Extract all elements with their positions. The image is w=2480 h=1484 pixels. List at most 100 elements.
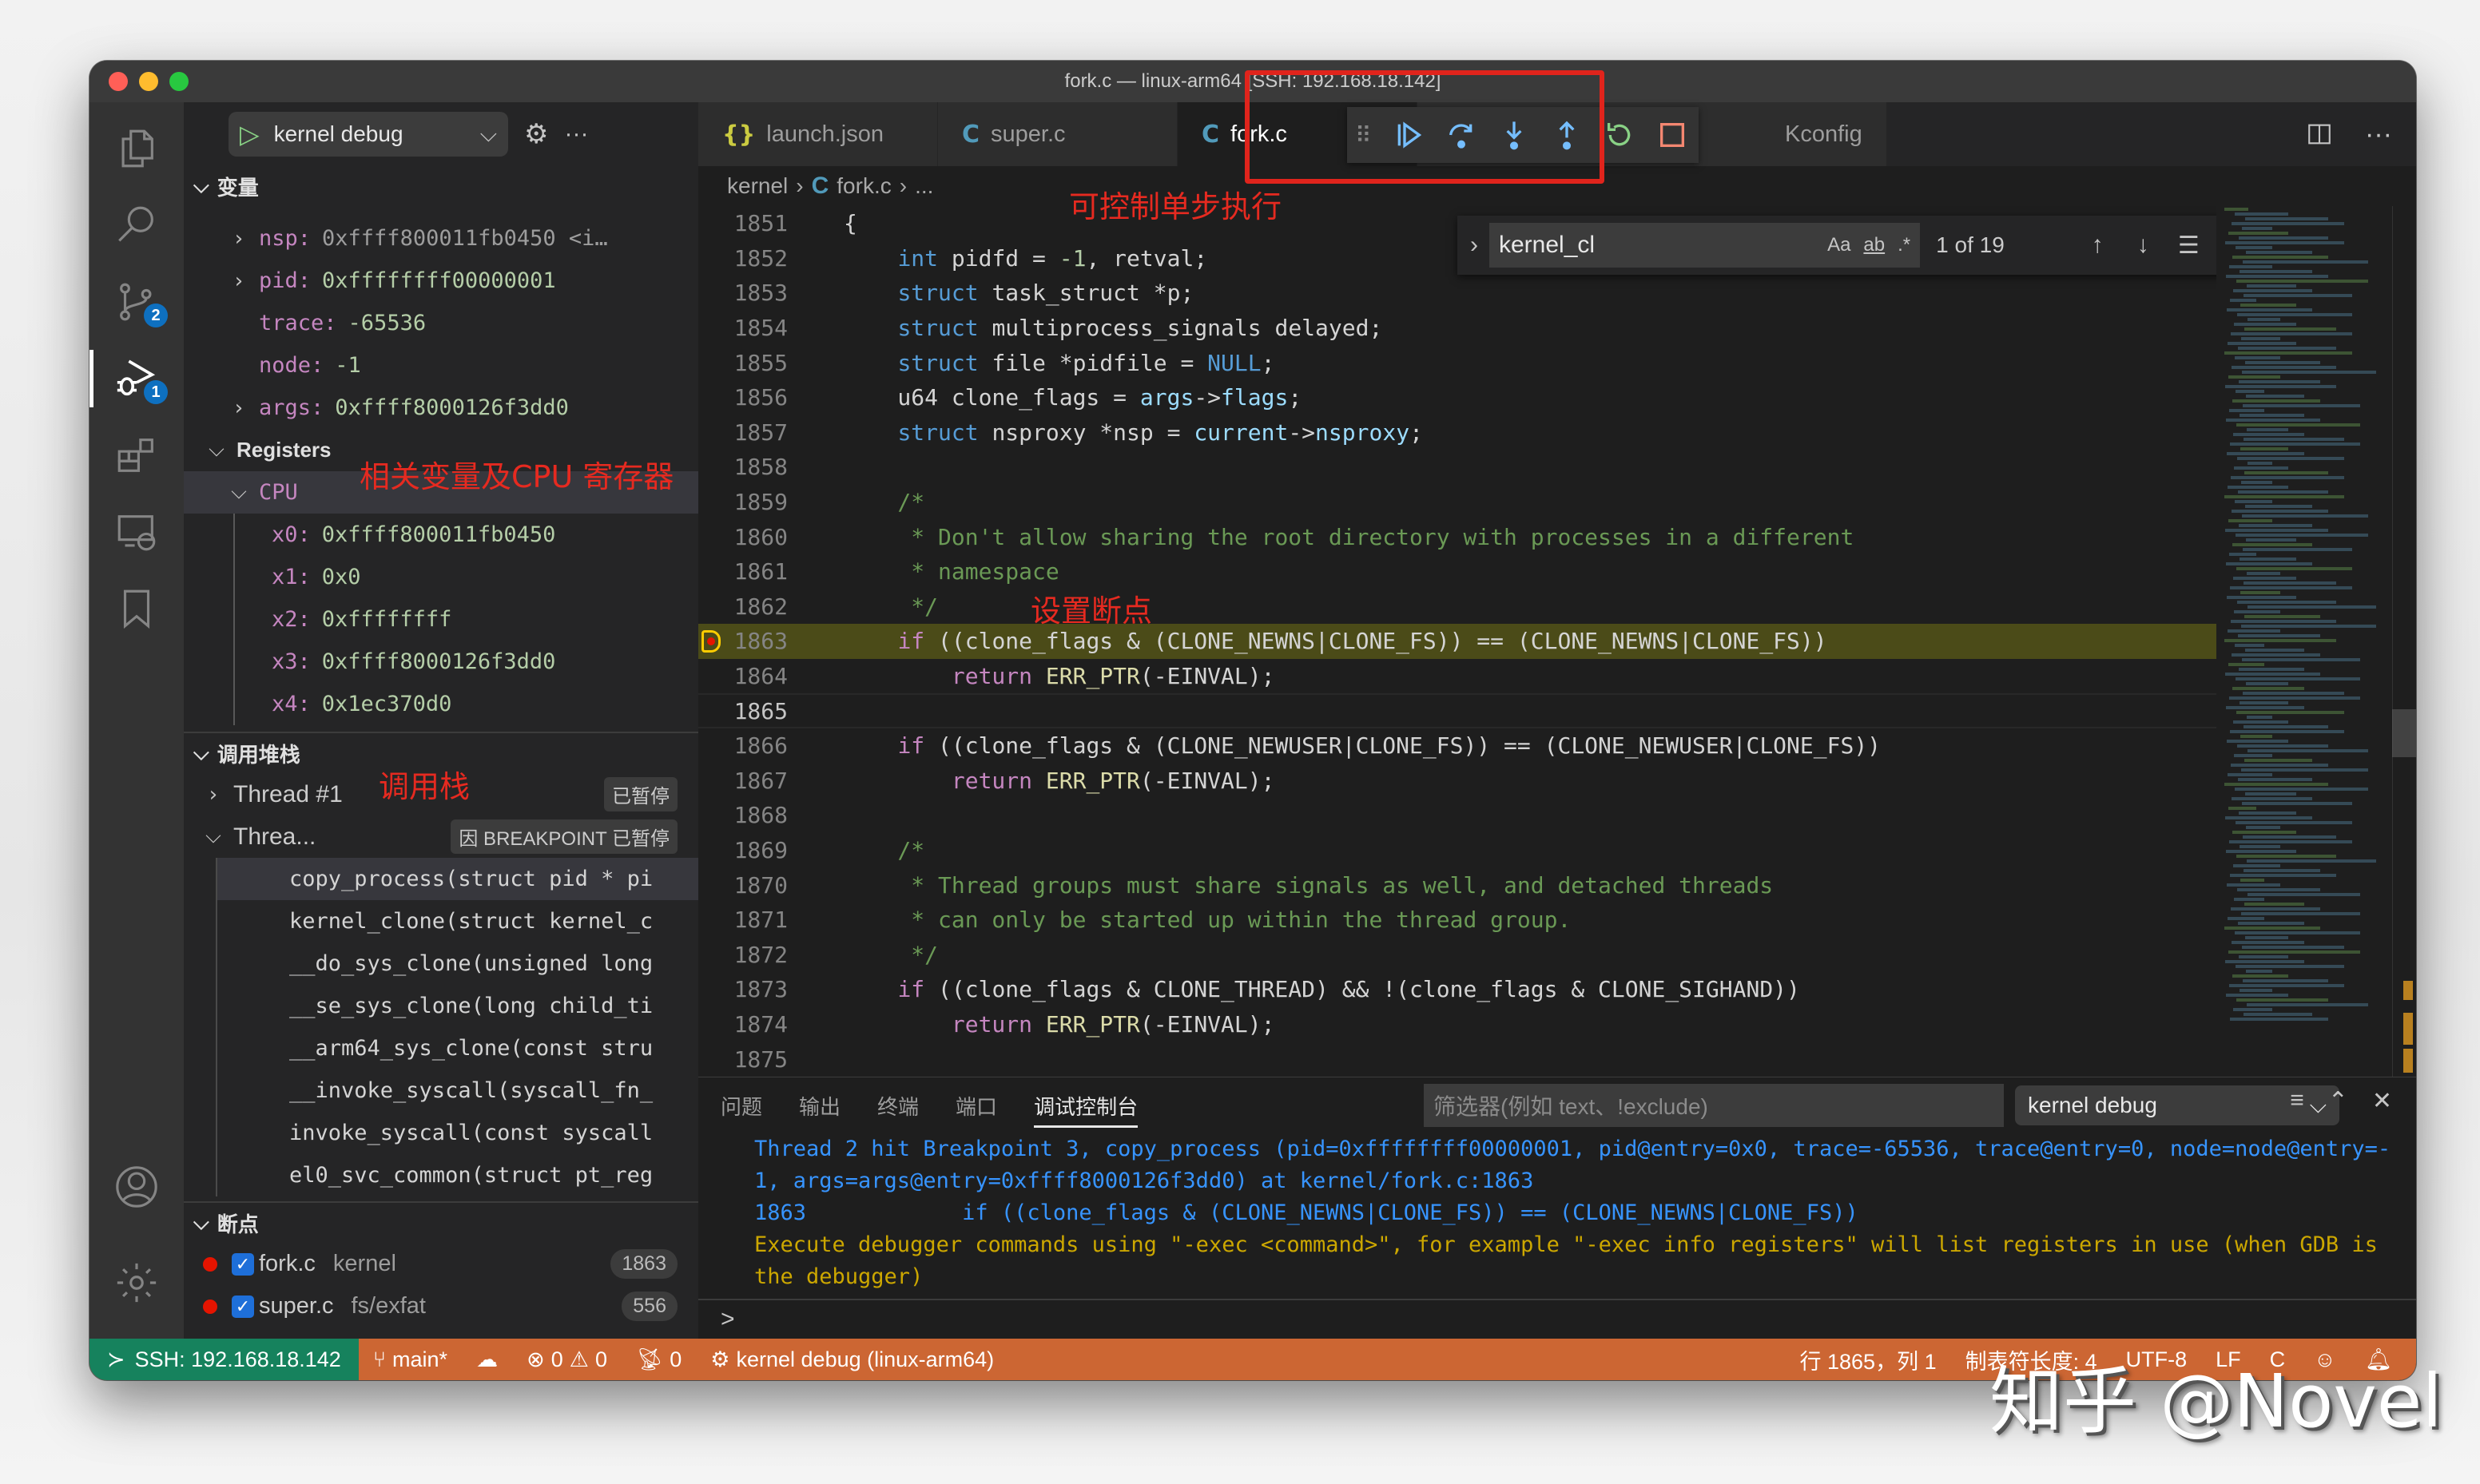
- stack-frame[interactable]: __arm64_sys_clone(const stru: [216, 1027, 698, 1069]
- breadcrumb-file[interactable]: fork.c: [837, 173, 891, 199]
- regex-toggle[interactable]: .*: [1898, 234, 1910, 256]
- code-line[interactable]: 1866 if ((clone_flags & (CLONE_NEWUSER|C…: [698, 728, 2416, 764]
- cursor-position[interactable]: 行 1865，列 1: [1786, 1344, 1951, 1375]
- breadcrumb-folder[interactable]: kernel: [727, 173, 788, 199]
- chevron-right-icon[interactable]: ›: [225, 227, 252, 251]
- code-line[interactable]: 1868: [698, 798, 2416, 833]
- restart-icon[interactable]: [1604, 119, 1635, 151]
- breakpoint-checkbox[interactable]: ✓: [232, 1295, 254, 1318]
- maximize-window-button[interactable]: [169, 72, 189, 91]
- code-line[interactable]: 1870 * Thread groups must share signals …: [698, 867, 2416, 903]
- more-actions-icon[interactable]: ···: [564, 121, 588, 148]
- branch-indicator[interactable]: ⑂ main*: [359, 1347, 462, 1372]
- register-item[interactable]: x0: 0xffff800011fb0450: [235, 514, 698, 556]
- sync-button[interactable]: ☁: [462, 1347, 512, 1372]
- chevron-right-icon[interactable]: ›: [225, 396, 252, 420]
- variable-item[interactable]: › nsp: 0xffff800011fb0450 <i…: [184, 217, 698, 260]
- code-line[interactable]: 1875: [698, 1042, 2416, 1077]
- code-line[interactable]: 1869 /*: [698, 833, 2416, 868]
- variables-section-header[interactable]: ⌵ 变量: [184, 166, 698, 206]
- stack-frame[interactable]: invoke_syscall(const syscall: [216, 1112, 698, 1154]
- scrollbar-thumb[interactable]: [2392, 709, 2416, 757]
- arrow-up-icon[interactable]: ↑: [2081, 232, 2115, 259]
- tab-debug-console[interactable]: 调试控制台: [1034, 1091, 1139, 1128]
- code-line[interactable]: 1855 struct file *pidfile = NULL;: [698, 345, 2416, 380]
- stack-frame[interactable]: __do_sys_clone(unsigned long: [216, 942, 698, 985]
- code-line[interactable]: 1857 struct nsproxy *nsp = current->nspr…: [698, 415, 2416, 450]
- code-line[interactable]: 1865: [698, 693, 2416, 728]
- tab-terminal[interactable]: 终端: [877, 1091, 919, 1121]
- code-line[interactable]: 1859 /*: [698, 485, 2416, 520]
- code-line[interactable]: 1871 * can only be started up within the…: [698, 903, 2416, 938]
- breakpoint-item[interactable]: ✓ fork.c kernel 1863: [184, 1243, 698, 1285]
- continue-icon[interactable]: [1393, 119, 1425, 151]
- launch-config-select[interactable]: ▷ kernel debug ⌵: [229, 112, 508, 157]
- variable-item[interactable]: node: -1: [184, 344, 698, 387]
- code-line[interactable]: 1872 */: [698, 937, 2416, 972]
- breakpoint-item[interactable]: ✓ super.c fs/exfat 556: [184, 1285, 698, 1327]
- activity-accounts[interactable]: [89, 1149, 184, 1225]
- start-debugging-icon[interactable]: ▷: [240, 119, 260, 149]
- code-line[interactable]: 1873 if ((clone_flags & CLONE_THREAD) &&…: [698, 972, 2416, 1007]
- code-line[interactable]: 1863 if ((clone_flags & (CLONE_NEWNS|CLO…: [698, 624, 2416, 659]
- toggle-replace-icon[interactable]: ›: [1470, 232, 1478, 259]
- step-over-icon[interactable]: [1445, 119, 1477, 151]
- arrow-down-icon[interactable]: ↓: [2126, 232, 2160, 259]
- tab-super-c[interactable]: C super.c: [938, 102, 1178, 166]
- stack-frame[interactable]: __invoke_syscall(syscall_fn_: [216, 1069, 698, 1112]
- code-line[interactable]: 1856 u64 clone_flags = args->flags;: [698, 380, 2416, 415]
- code-editor[interactable]: 1851 {1852 int pidfd = -1, retval; 1853 st…: [698, 206, 2416, 1077]
- tab-problems[interactable]: 问题: [721, 1091, 762, 1121]
- ports-indicator[interactable]: 📡︎ 0: [622, 1347, 696, 1372]
- code-line[interactable]: 1874 return ERR_PTR(-EINVAL);: [698, 1007, 2416, 1042]
- split-editor-icon[interactable]: [2306, 121, 2333, 148]
- console-filter-input[interactable]: 筛选器(例如 text、!exclude): [1424, 1084, 2004, 1127]
- tab-launch-json[interactable]: {} launch.json: [698, 102, 938, 166]
- variable-item[interactable]: › pid: 0xffffffff00000001: [184, 260, 698, 302]
- breakpoint-checkbox[interactable]: ✓: [232, 1252, 254, 1276]
- drag-handle-icon[interactable]: ⠿: [1355, 122, 1372, 149]
- register-item[interactable]: x4: 0x1ec370d0: [235, 683, 698, 725]
- editor-scrollbar[interactable]: [2392, 206, 2416, 1077]
- close-panel-icon[interactable]: ✕: [2372, 1087, 2392, 1115]
- breadcrumb-symbol[interactable]: ...: [915, 173, 933, 199]
- stop-icon[interactable]: [1656, 119, 1688, 151]
- close-window-button[interactable]: [109, 72, 128, 91]
- whole-word-toggle[interactable]: ab: [1863, 234, 1885, 256]
- code-line[interactable]: 1862 */: [698, 589, 2416, 625]
- tab-output[interactable]: 输出: [799, 1091, 841, 1121]
- stack-frame[interactable]: copy_process(struct pid * pi: [216, 858, 698, 900]
- problems-indicator[interactable]: ⊗ 0 ⚠ 0: [512, 1347, 622, 1372]
- register-item[interactable]: x2: 0xffffffff: [235, 598, 698, 641]
- remote-indicator[interactable]: ≻ SSH: 192.168.18.142: [89, 1339, 359, 1380]
- more-actions-icon[interactable]: ···: [2365, 119, 2392, 150]
- minimize-window-button[interactable]: [139, 72, 158, 91]
- gear-icon[interactable]: ⚙: [524, 118, 548, 150]
- register-item[interactable]: x3: 0xffff8000126f3dd0: [235, 641, 698, 683]
- code-line[interactable]: 1861 * namespace: [698, 554, 2416, 589]
- step-into-icon[interactable]: [1498, 119, 1530, 151]
- code-line[interactable]: 1860 * Don't allow sharing the root dire…: [698, 519, 2416, 554]
- activity-bookmarks[interactable]: [89, 570, 184, 647]
- match-case-toggle[interactable]: Aa: [1827, 234, 1850, 256]
- chevron-right-icon[interactable]: ›: [225, 269, 252, 293]
- code-line[interactable]: 1858: [698, 450, 2416, 485]
- register-item[interactable]: x1: 0x0: [235, 556, 698, 598]
- activity-extensions[interactable]: [89, 417, 184, 494]
- thread-item[interactable]: ⌵ Threa... 因 BREAKPOINT 已暂停: [184, 815, 698, 858]
- activity-search[interactable]: [89, 187, 184, 264]
- activity-source-control[interactable]: 2: [89, 264, 184, 340]
- find-in-selection-icon[interactable]: ☰: [2172, 232, 2206, 260]
- maximize-panel-icon[interactable]: ⌃: [2328, 1087, 2348, 1115]
- stack-frame[interactable]: el0_svc_common(struct pt_reg: [216, 1154, 698, 1196]
- find-input[interactable]: kernel_cl Aa ab .*: [1489, 223, 1921, 268]
- code-line[interactable]: 1867 return ERR_PTR(-EINVAL);: [698, 764, 2416, 799]
- variable-item[interactable]: trace: -65536: [184, 302, 698, 344]
- clear-console-icon[interactable]: ≡: [2290, 1087, 2304, 1115]
- breakpoint-marker-icon[interactable]: [701, 629, 721, 653]
- breakpoints-section-header[interactable]: ⌵ 断点: [184, 1203, 698, 1243]
- activity-explorer[interactable]: [89, 110, 184, 187]
- code-line[interactable]: 1854 struct multiprocess_signals delayed…: [698, 311, 2416, 346]
- tab-ports[interactable]: 端口: [956, 1091, 997, 1121]
- stack-frame[interactable]: __se_sys_clone(long child_ti: [216, 985, 698, 1027]
